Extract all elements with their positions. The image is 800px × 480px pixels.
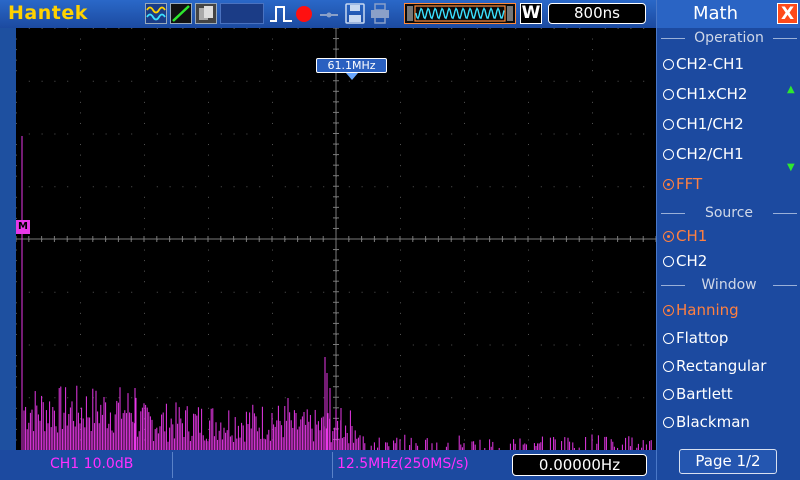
option-label: Hanning: [676, 301, 739, 319]
operation-option-ch1xch2[interactable]: CH1xCH2: [663, 82, 793, 106]
close-icon[interactable]: X: [777, 3, 798, 24]
radio-icon: [663, 59, 674, 70]
operation-option-ch1-ch2[interactable]: CH1/CH2: [663, 112, 793, 136]
radio-icon: [663, 333, 674, 344]
source-group-label: Source: [661, 205, 797, 221]
option-label: CH2/CH1: [676, 145, 744, 163]
trigger-position-arrow-icon[interactable]: [346, 73, 358, 80]
persistence-icon[interactable]: [195, 3, 217, 24]
frequency-readout[interactable]: 0.00000Hz: [512, 454, 647, 476]
vector-display-icon[interactable]: [170, 3, 192, 24]
print-icon[interactable]: [370, 3, 390, 24]
window-option-rectangular[interactable]: Rectangular: [663, 354, 793, 378]
status-field: [220, 3, 264, 24]
waveform-mode-icon[interactable]: [145, 3, 167, 24]
window-group-label: Window: [661, 277, 797, 293]
scope-display[interactable]: 61.1MHz M: [16, 28, 656, 450]
option-label: Flattop: [676, 329, 729, 347]
status-bar: CH1 10.0dB 12.5MHz(250MS/s) 0.00000Hz: [0, 450, 656, 480]
source-option-ch2[interactable]: CH2: [663, 249, 793, 273]
operation-option-ch2-ch1[interactable]: CH2-CH1: [663, 52, 793, 76]
math-menu-panel: Math X Operation CH2-CH1 CH1xCH2 CH1/CH2 CH…: [656, 0, 800, 480]
window-option-flattop[interactable]: Flattop: [663, 326, 793, 350]
window-option-blackman[interactable]: Blackman: [663, 410, 793, 434]
option-label: CH2: [676, 252, 708, 270]
option-label: CH1xCH2: [676, 85, 748, 103]
operation-option-ch2-ch1[interactable]: CH2/CH1: [663, 142, 793, 166]
radio-icon: [663, 119, 674, 130]
fft-graticule: [16, 28, 656, 450]
radio-icon: [663, 89, 674, 100]
radio-icon: [663, 149, 674, 160]
option-label: CH2-CH1: [676, 55, 745, 73]
window-option-hanning[interactable]: Hanning: [663, 298, 793, 322]
trigger-edge-icon[interactable]: [268, 3, 294, 24]
run-stop-icon[interactable]: [318, 3, 340, 24]
window-zoom-badge[interactable]: W: [520, 3, 542, 24]
radio-icon: [663, 231, 674, 242]
page-button[interactable]: Page 1/2: [679, 449, 777, 474]
radio-icon: [663, 256, 674, 267]
save-icon[interactable]: [345, 3, 365, 24]
option-label: Rectangular: [676, 357, 767, 375]
option-label: CH1: [676, 227, 708, 245]
window-option-bartlett[interactable]: Bartlett: [663, 382, 793, 406]
operation-group-label: Operation: [661, 30, 797, 46]
menu-header: Math X: [657, 0, 800, 28]
radio-icon: [663, 417, 674, 428]
memory-depth-strip[interactable]: [404, 3, 516, 24]
status-divider: [332, 452, 333, 478]
top-toolbar: Hantek W 800ns: [0, 0, 656, 28]
option-label: Blackman: [676, 413, 750, 431]
timebase-readout[interactable]: 800ns: [548, 3, 646, 24]
radio-icon: [663, 389, 674, 400]
scroll-up-icon[interactable]: ▲: [787, 84, 795, 95]
radio-icon: [663, 305, 674, 316]
ch1-scale-readout[interactable]: CH1 10.0dB: [50, 456, 133, 472]
scroll-down-icon[interactable]: ▼: [787, 162, 795, 173]
fft-trace: [21, 136, 652, 450]
sample-rate-readout[interactable]: 12.5MHz(250MS/s): [337, 456, 469, 472]
radio-icon: [663, 361, 674, 372]
cursor-frequency-label[interactable]: 61.1MHz: [316, 58, 387, 73]
option-label: CH1/CH2: [676, 115, 744, 133]
radio-icon: [663, 179, 674, 190]
math-channel-marker[interactable]: M: [16, 220, 30, 234]
option-label: FFT: [676, 175, 703, 193]
menu-title: Math: [693, 3, 739, 24]
operation-option-fft[interactable]: FFT: [663, 172, 793, 196]
option-label: Bartlett: [676, 385, 733, 403]
source-option-ch1[interactable]: CH1: [663, 224, 793, 248]
brand-logo: Hantek: [8, 2, 88, 24]
record-icon[interactable]: [296, 6, 312, 22]
status-divider: [172, 452, 173, 478]
